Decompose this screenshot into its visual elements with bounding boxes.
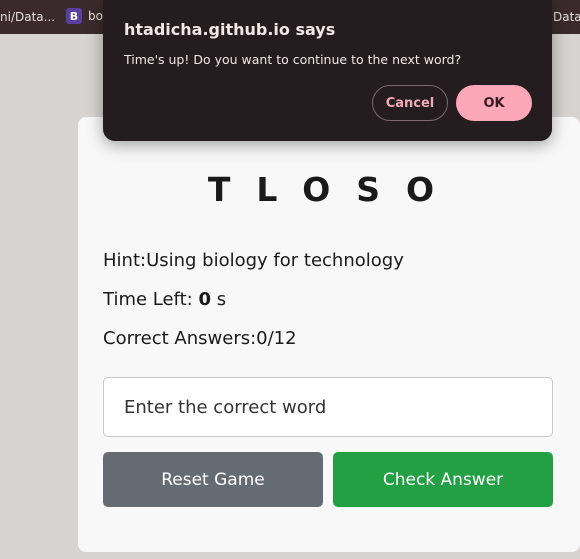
reset-game-button[interactable]: Reset Game: [103, 452, 323, 507]
dialog-title: htadicha.github.io says: [124, 20, 336, 39]
correct-answers: Correct Answers:0/12: [103, 328, 297, 349]
ok-button[interactable]: OK: [456, 85, 532, 121]
hint-text: Hint:Using biology for technology: [103, 250, 404, 271]
bookmark-item[interactable]: DataL: [553, 10, 580, 24]
alert-dialog: htadicha.github.io says Time's up! Do yo…: [103, 0, 552, 141]
time-left-unit: s: [210, 289, 227, 310]
dialog-message: Time's up! Do you want to continue to th…: [124, 52, 462, 67]
bookmark-label: bo: [88, 9, 103, 23]
word-input[interactable]: [103, 377, 553, 437]
bookmark-label: DataL: [553, 10, 580, 24]
bookmark-label: ni/Data...: [0, 10, 56, 24]
game-card: TLOSO Hint:Using biology for technology …: [78, 117, 580, 552]
bookmark-item[interactable]: ni/Data...: [0, 10, 55, 24]
bookmark-item-bootstrap[interactable]: B bo: [66, 8, 103, 24]
time-left: Time Left: 0 s: [103, 289, 226, 310]
time-left-label: Time Left:: [103, 289, 199, 310]
scrambled-word: TLOSO: [207, 170, 461, 209]
bootstrap-icon: B: [66, 8, 82, 24]
check-answer-button[interactable]: Check Answer: [333, 452, 553, 507]
cancel-button[interactable]: Cancel: [372, 85, 448, 121]
time-left-value: 0: [198, 289, 211, 310]
